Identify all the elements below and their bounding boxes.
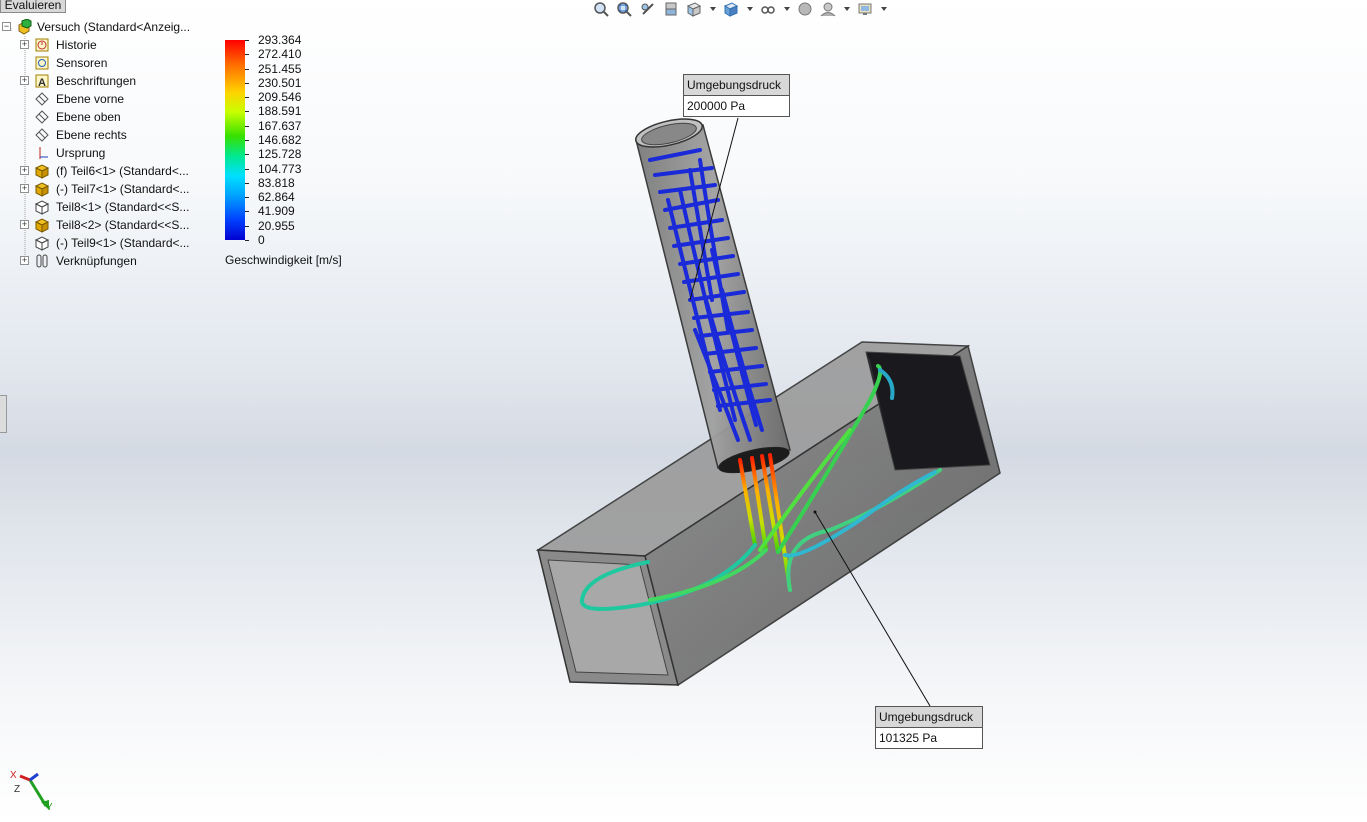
callout-value: 200000 Pa bbox=[687, 99, 746, 113]
triad-y-label: Y bbox=[46, 802, 53, 812]
triad-x-label: X bbox=[10, 770, 17, 781]
panel-collapse-handle[interactable] bbox=[0, 395, 7, 433]
callout-value: 101325 Pa bbox=[879, 731, 938, 745]
graphics-area[interactable] bbox=[0, 0, 1367, 822]
callout-title: Umgebungsdruck bbox=[684, 75, 789, 96]
callout-title: Umgebungsdruck bbox=[876, 707, 982, 728]
callout-inlet-pressure[interactable]: Umgebungsdruck 200000 Pa bbox=[683, 74, 790, 117]
coordinate-triad: X Y Z bbox=[10, 770, 53, 812]
triad-z-label: Z bbox=[14, 784, 20, 795]
callout-outlet-pressure[interactable]: Umgebungsdruck 101325 Pa bbox=[875, 706, 983, 749]
